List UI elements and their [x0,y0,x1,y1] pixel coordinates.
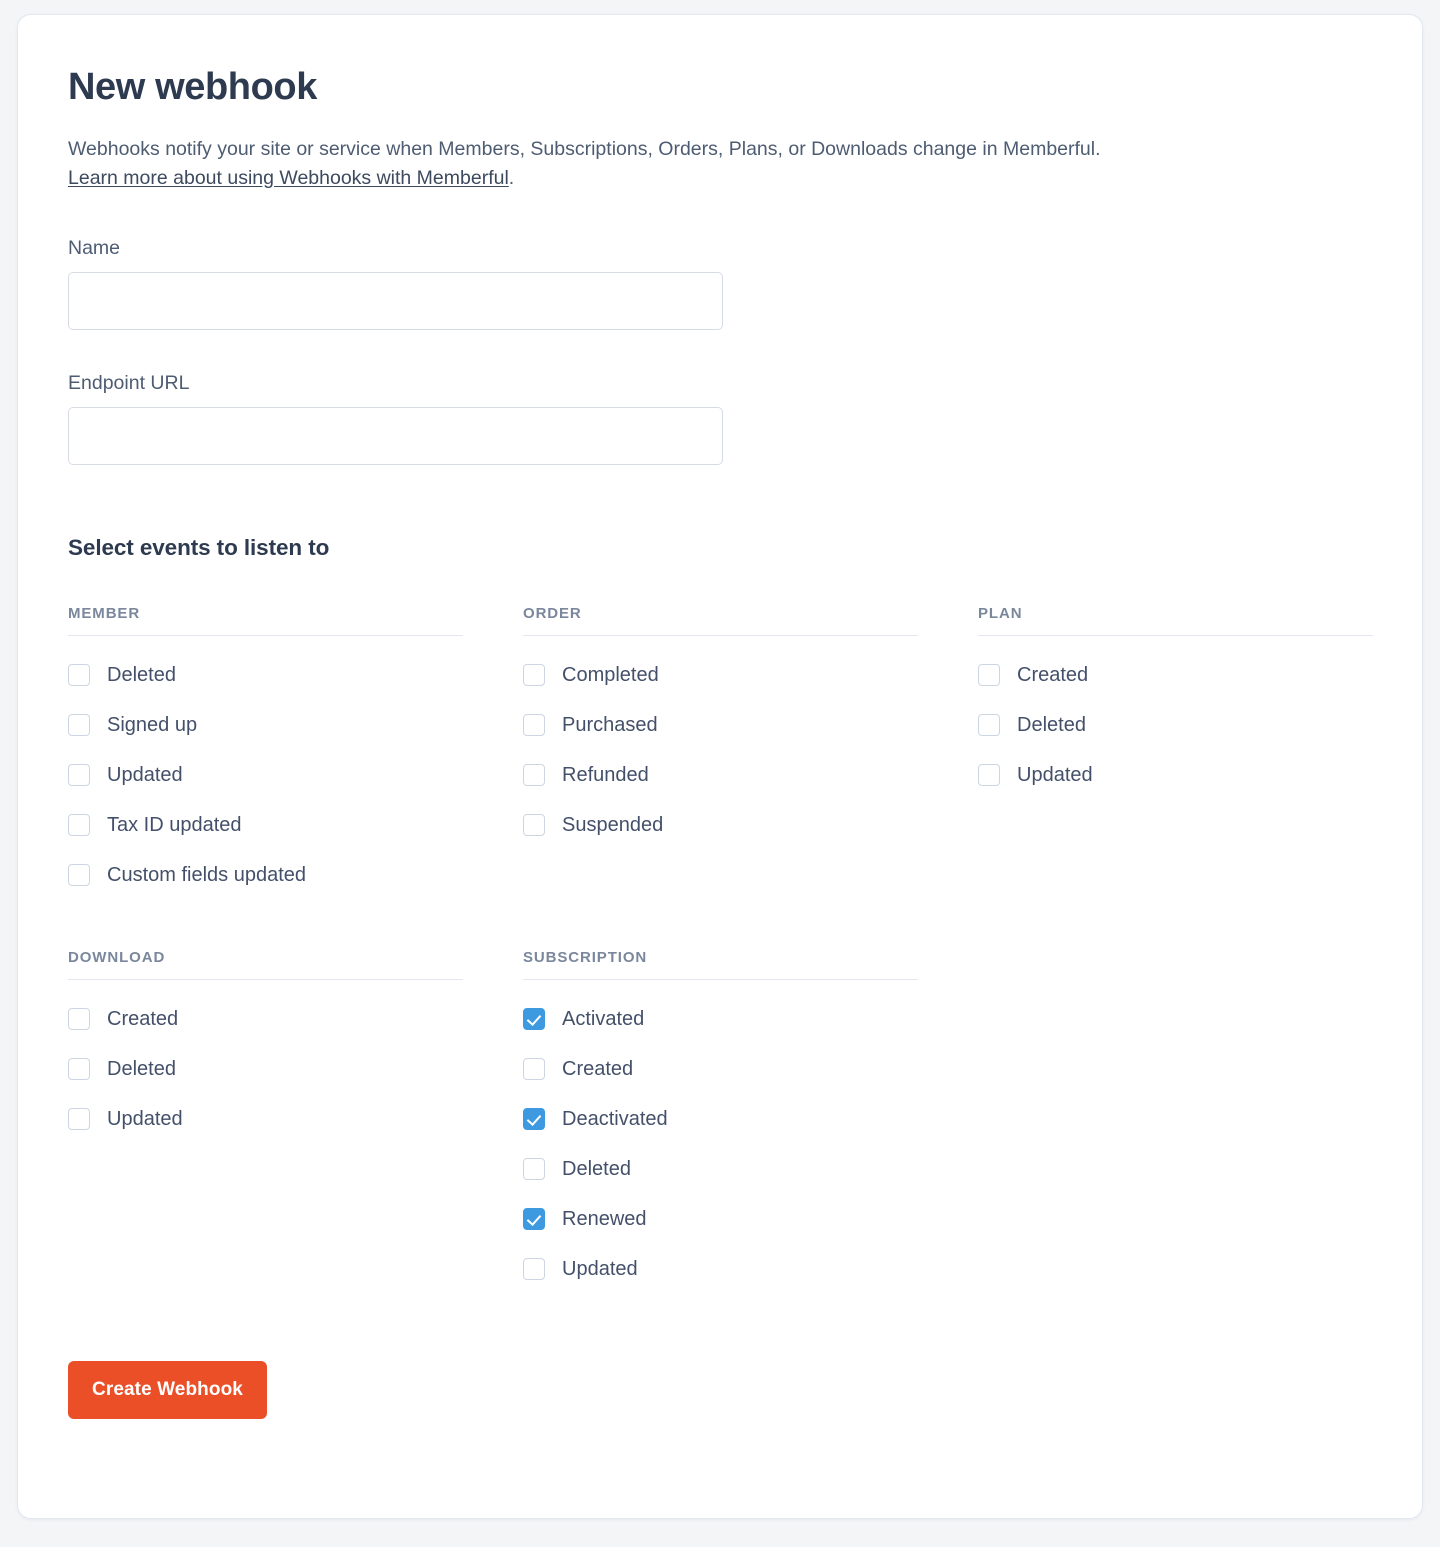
checkbox-unchecked-icon[interactable] [978,714,1000,737]
event-checkbox-label: Updated [107,1108,183,1131]
event-checkbox-label: Created [107,1008,179,1031]
name-input[interactable] [68,271,723,330]
event-group-subscription: SUBSCRIPTION Activated Created Deactivated D… [523,949,978,1283]
checkbox-unchecked-icon[interactable] [68,814,90,837]
page-title: New webhook [68,66,317,108]
event-checkbox-row[interactable]: Activated [523,1006,644,1033]
checkbox-checked-icon[interactable] [523,1008,545,1031]
event-checkbox-row[interactable]: Updated [68,1106,183,1133]
endpoint-url-input[interactable] [68,406,723,465]
event-checkbox-label: Signed up [107,714,198,737]
event-checkbox-row[interactable]: Tax ID updated [68,812,242,839]
event-checkbox-row[interactable]: Renewed [523,1206,647,1233]
checkbox-unchecked-icon[interactable] [68,1058,90,1081]
event-checkbox-label: Created [1017,664,1089,687]
checkbox-unchecked-icon[interactable] [68,714,90,737]
checkbox-unchecked-icon[interactable] [523,764,545,787]
new-webhook-card: New webhook Webhooks notify your site or… [17,14,1423,1519]
event-checkbox-label: Completed [562,664,659,687]
event-checkbox-label: Deleted [107,664,176,687]
checkbox-unchecked-icon[interactable] [523,1158,545,1181]
event-checkbox-label: Updated [562,1258,638,1281]
event-checkbox-label: Custom fields updated [107,864,307,887]
checkbox-unchecked-icon[interactable] [68,664,90,687]
event-checkbox-label: Created [562,1058,634,1081]
event-group-title-download: DOWNLOAD [68,949,463,980]
event-group-title-plan: PLAN [978,605,1373,636]
event-group-member: MEMBER Deleted Signed up Updated Tax ID upda… [68,605,523,889]
submit-row: Create Webhook [68,1360,1372,1419]
name-field-block: Name [68,237,1372,330]
checkbox-unchecked-icon[interactable] [978,664,1000,687]
event-list-plan: Created Deleted Updated [978,662,1378,789]
checkbox-unchecked-icon[interactable] [68,1108,90,1131]
event-checkbox-row[interactable]: Updated [523,1256,638,1283]
create-webhook-button[interactable]: Create Webhook [68,1360,267,1419]
card-content: New webhook Webhooks notify your site or… [18,15,1422,1419]
endpoint-url-field-block: Endpoint URL [68,372,1372,465]
checkbox-unchecked-icon[interactable] [523,714,545,737]
event-checkbox-label: Renewed [562,1208,647,1231]
event-list-member: Deleted Signed up Updated Tax ID updated Cus… [68,662,523,889]
event-checkbox-row[interactable]: Deleted [523,1156,631,1183]
event-checkbox-row[interactable]: Updated [68,762,183,789]
event-checkbox-row[interactable]: Created [68,1006,178,1033]
event-group-plan: PLAN Created Deleted Updated [978,605,1378,889]
event-checkbox-label: Deleted [107,1058,176,1081]
event-group-title-order: ORDER [523,605,918,636]
checkbox-unchecked-icon[interactable] [68,864,90,887]
event-checkbox-row[interactable]: Created [978,662,1088,689]
event-checkbox-row[interactable]: Custom fields updated [68,862,306,889]
checkbox-unchecked-icon[interactable] [523,1058,545,1081]
event-checkbox-row[interactable]: Updated [978,762,1093,789]
event-checkbox-label: Suspended [562,814,664,837]
checkbox-unchecked-icon[interactable] [68,1008,90,1031]
learn-more-link[interactable]: Learn more about using Webhooks with Mem… [68,167,509,189]
event-checkbox-label: Activated [562,1008,645,1031]
event-checkbox-label: Deactivated [562,1108,668,1131]
event-group-order: ORDER Completed Purchased Refunded Suspended [523,605,978,889]
event-checkbox-row[interactable]: Deactivated [523,1106,668,1133]
select-events-heading: Select events to listen to [68,534,330,560]
checkbox-unchecked-icon[interactable] [523,814,545,837]
event-checkbox-row[interactable]: Deleted [68,1056,176,1083]
endpoint-url-label: Endpoint URL [68,371,190,394]
event-checkbox-label: Refunded [562,764,649,787]
checkbox-unchecked-icon[interactable] [523,1258,545,1281]
name-label: Name [68,236,121,259]
checkbox-checked-icon[interactable] [523,1208,545,1231]
event-list-order: Completed Purchased Refunded Suspended [523,662,978,839]
event-checkbox-label: Purchased [562,714,658,737]
event-checkbox-row[interactable]: Suspended [523,812,663,839]
intro-link-suffix: . [508,166,515,189]
event-checkbox-row[interactable]: Signed up [68,712,197,739]
event-checkbox-row[interactable]: Created [523,1056,633,1083]
checkbox-unchecked-icon[interactable] [68,764,90,787]
event-group-title-subscription: SUBSCRIPTION [523,949,918,980]
event-checkbox-row[interactable]: Refunded [523,762,649,789]
event-checkbox-label: Tax ID updated [107,814,242,837]
event-list-download: Created Deleted Updated [68,1006,523,1133]
event-group-download: DOWNLOAD Created Deleted Updated [68,949,523,1283]
intro-paragraph: Webhooks notify your site or service whe… [68,135,1372,193]
checkbox-unchecked-icon[interactable] [978,764,1000,787]
event-checkbox-row[interactable]: Deleted [978,712,1086,739]
event-list-subscription: Activated Created Deactivated Deleted Renewe… [523,1006,978,1283]
event-checkbox-row[interactable]: Completed [523,662,659,689]
event-checkbox-label: Deleted [1017,714,1086,737]
event-groups-grid: MEMBER Deleted Signed up Updated Tax ID upda… [68,605,1373,1283]
event-checkbox-row[interactable]: Purchased [523,712,658,739]
event-checkbox-label: Updated [107,764,183,787]
event-checkbox-label: Deleted [562,1158,631,1181]
event-group-title-member: MEMBER [68,605,463,636]
intro-text: Webhooks notify your site or service whe… [68,137,1101,160]
checkbox-unchecked-icon[interactable] [523,664,545,687]
event-checkbox-label: Updated [1017,764,1093,787]
event-checkbox-row[interactable]: Deleted [68,662,176,689]
checkbox-checked-icon[interactable] [523,1108,545,1131]
